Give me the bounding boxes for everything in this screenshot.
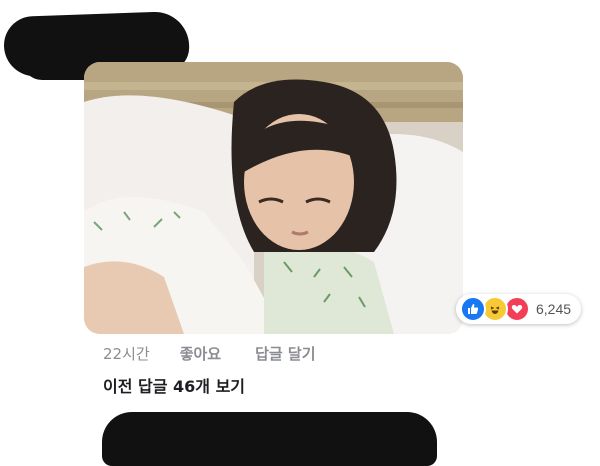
reaction-count: 6,245 [536,301,572,317]
comment-actions: 22시간 좋아요 답글 달기 [103,342,350,364]
like-button[interactable]: 좋아요 [180,343,221,364]
like-icon [460,296,486,322]
redacted-reply [102,412,437,466]
comment-timestamp: 22시간 [103,344,150,363]
reply-button[interactable]: 답글 달기 [255,343,315,364]
view-previous-replies-link[interactable]: 이전 답글 46개 보기 [103,373,245,397]
comment-photo[interactable] [84,62,463,334]
reaction-summary[interactable]: 6,245 [456,294,582,324]
